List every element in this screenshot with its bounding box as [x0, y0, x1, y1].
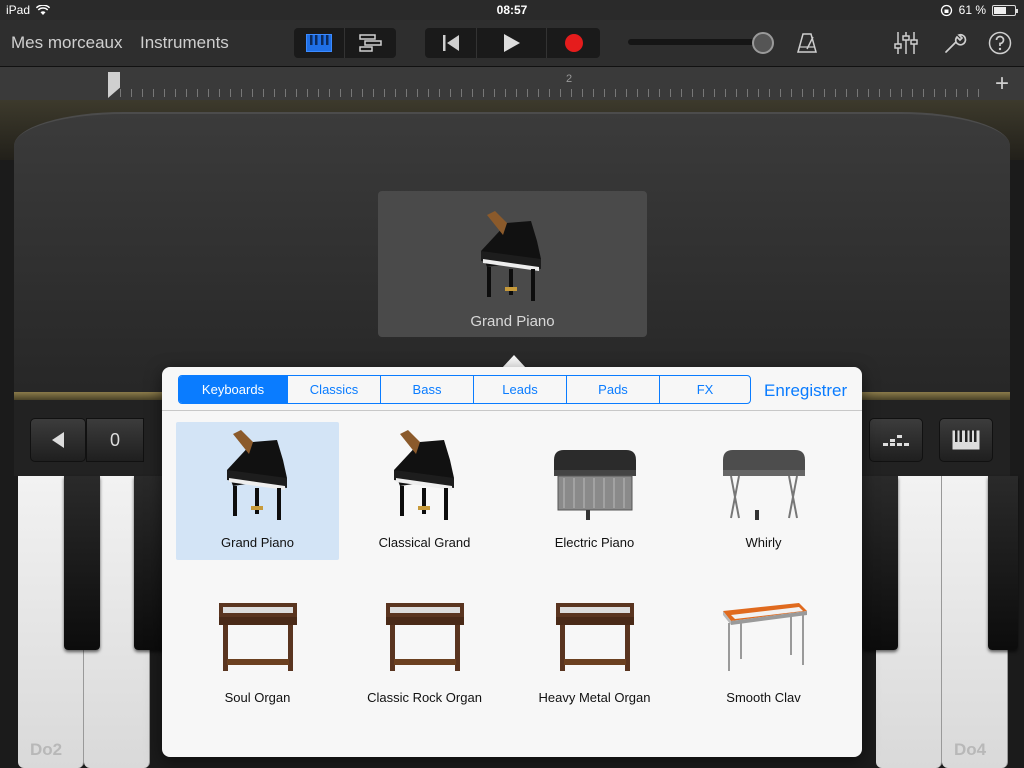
black-key[interactable] [988, 476, 1018, 650]
key-label: Do4 [954, 740, 987, 759]
octave-down-button[interactable] [30, 418, 86, 462]
instrument-heavy-metal-organ[interactable]: Heavy Metal Organ [513, 577, 676, 715]
ruler-ticks [120, 89, 980, 97]
keyboard-view-icon [306, 34, 332, 52]
instrument-name: Grand Piano [221, 535, 294, 550]
tab-pads[interactable]: Pads [567, 376, 660, 403]
electric-piano-icon [719, 430, 809, 526]
instrument-name: Whirly [745, 535, 782, 550]
instrument-smooth-clav[interactable]: Smooth Clav [682, 577, 845, 715]
arpeggiator-button[interactable] [869, 418, 923, 462]
instrument-name: Heavy Metal Organ [538, 690, 651, 705]
ruler-mark: 2 [566, 73, 573, 85]
toolbar: Mes morceaux Instruments [0, 20, 1024, 66]
instrument-classic-rock-organ[interactable]: Classic Rock Organ [343, 577, 506, 715]
help-button[interactable] [986, 30, 1014, 56]
keyboard-layout-button[interactable] [939, 418, 993, 462]
instrument-picker-popover: Keyboards Classics Bass Leads Pads FX En… [162, 367, 862, 757]
tab-fx[interactable]: FX [660, 376, 750, 403]
instrument-whirly[interactable]: Whirly [682, 422, 845, 560]
organ-icon [550, 585, 640, 681]
clavinet-icon [719, 585, 809, 681]
wrench-icon [945, 33, 967, 53]
status-bar: iPad 08:57 61 % [0, 0, 1024, 20]
rotation-lock-icon [940, 4, 952, 16]
instruments-button[interactable]: Instruments [140, 33, 229, 53]
tracks-view-button[interactable] [345, 28, 396, 58]
instrument-name: Soul Organ [224, 690, 291, 705]
tab-keyboards[interactable]: Keyboards [179, 376, 288, 403]
battery-percent: 61 % [958, 3, 986, 17]
add-section-button[interactable]: + [990, 70, 1014, 98]
save-button[interactable]: Enregistrer [764, 381, 847, 401]
transport-controls [425, 28, 600, 58]
grand-piano-icon [464, 211, 560, 312]
black-key[interactable] [64, 476, 100, 650]
record-icon [564, 34, 583, 52]
black-key[interactable] [862, 476, 898, 650]
category-tabs: Keyboards Classics Bass Leads Pads FX [178, 375, 751, 404]
tab-leads[interactable]: Leads [474, 376, 567, 403]
rewind-icon [442, 35, 459, 51]
instrument-name: Electric Piano [554, 535, 635, 550]
play-icon [503, 34, 520, 52]
record-button[interactable] [547, 28, 600, 58]
tracks-view-icon [358, 34, 382, 52]
keyboard-view-button[interactable] [294, 28, 345, 58]
settings-button[interactable] [941, 30, 969, 56]
current-instrument-card[interactable]: Grand Piano [378, 191, 647, 337]
instrument-name: Smooth Clav [726, 690, 801, 705]
clock: 08:57 [496, 3, 528, 17]
timeline-ruler[interactable]: 1 2 [0, 66, 1024, 100]
key-label: Do2 [30, 740, 63, 759]
instrument-electric-piano[interactable]: Electric Piano [513, 422, 676, 560]
volume-slider-track[interactable] [628, 39, 764, 45]
instrument-grand-piano[interactable]: Grand Piano [176, 422, 339, 560]
instrument-name: Classic Rock Organ [367, 690, 482, 705]
mixer-button[interactable] [892, 30, 920, 56]
instrument-soul-organ[interactable]: Soul Organ [176, 577, 339, 715]
divider [162, 410, 862, 411]
metronome-icon [797, 33, 817, 53]
battery-icon [992, 4, 1018, 16]
electric-piano-icon [550, 430, 640, 526]
tab-classics[interactable]: Classics [288, 376, 381, 403]
tab-bass[interactable]: Bass [381, 376, 474, 403]
view-switcher [294, 28, 396, 58]
left-arrow-icon [52, 432, 64, 448]
help-icon [988, 31, 1012, 55]
current-instrument-name: Grand Piano [470, 313, 555, 330]
piano-keys-icon [952, 430, 980, 450]
volume-slider-knob[interactable] [752, 32, 774, 54]
grand-piano-icon [380, 430, 470, 526]
organ-icon [380, 585, 470, 681]
arpeggiator-icon [883, 435, 909, 446]
octave-value: 0 [86, 418, 144, 462]
instrument-name: Classical Grand [378, 535, 471, 550]
instrument-classical-grand[interactable]: Classical Grand [343, 422, 506, 560]
my-songs-button[interactable]: Mes morceaux [11, 33, 122, 53]
mixer-icon [894, 32, 918, 54]
play-button[interactable] [477, 28, 547, 58]
metronome-button[interactable] [793, 30, 821, 56]
grand-piano-icon [213, 430, 303, 526]
rewind-button[interactable] [425, 28, 477, 58]
organ-icon [213, 585, 303, 681]
